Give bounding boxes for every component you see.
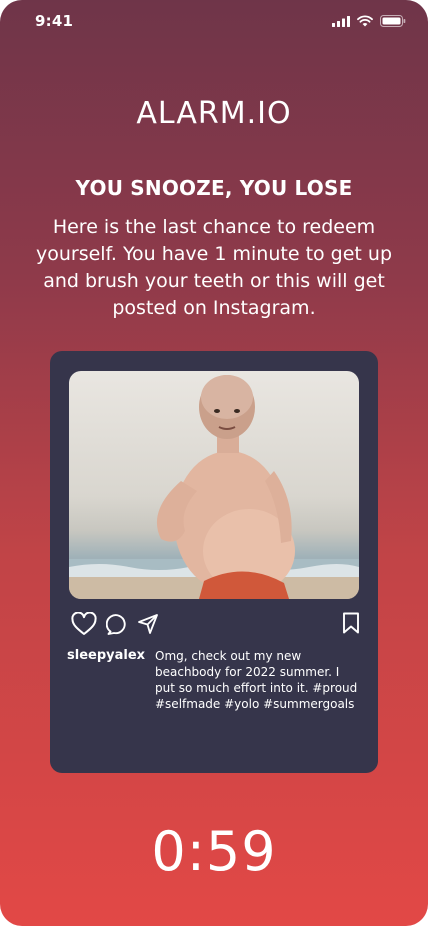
post-username[interactable]: sleepyalex (67, 648, 145, 663)
warning-message: Here is the last chance to redeem yourse… (35, 216, 393, 319)
status-time: 9:41 (35, 12, 74, 30)
post-actions-left (71, 611, 159, 640)
heart-icon[interactable] (71, 611, 97, 640)
headline: YOU SNOOZE, YOU LOSE (75, 176, 353, 200)
instagram-post-card: sleepyalex Omg, check out my new beachbo… (50, 351, 378, 773)
status-bar: 9:41 (0, 0, 428, 44)
share-icon[interactable] (137, 613, 159, 639)
battery-icon (380, 12, 406, 31)
post-actions-right (342, 612, 360, 638)
post-actions (71, 611, 360, 640)
status-icons (332, 14, 406, 28)
alarm-screen: 9:41 ALARM.IO YOU SNOOZE, YOU LOSE Here … (0, 0, 428, 926)
app-title: ALARM.IO (136, 96, 292, 131)
post-image (69, 371, 359, 599)
wifi-icon (357, 12, 373, 31)
comment-icon[interactable] (105, 613, 128, 639)
countdown-timer: 0:59 (151, 820, 277, 883)
bookmark-icon[interactable] (342, 612, 360, 638)
beach-photo-illustration (69, 375, 359, 599)
post-caption: Omg, check out my new beachbody for 2022… (155, 649, 358, 711)
cellular-signal-icon (332, 12, 350, 31)
